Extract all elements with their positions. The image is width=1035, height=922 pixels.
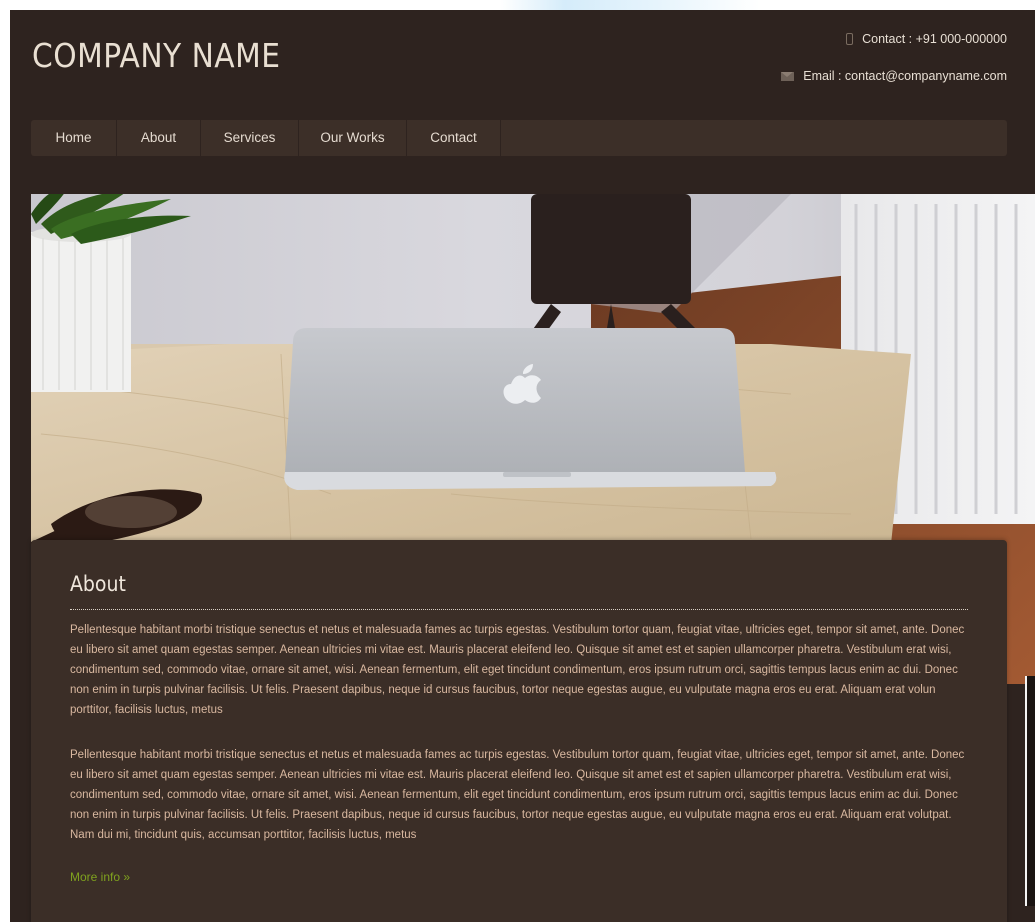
about-paragraph-1: Pellentesque habitant morbi tristique se…	[70, 624, 965, 716]
site-logo[interactable]: COMPANY NAME	[32, 36, 280, 75]
scrollbar-marker[interactable]	[1025, 676, 1035, 906]
nav-item-contact[interactable]: Contact	[407, 120, 501, 156]
page-container: COMPANY NAME Contact : +91 000-000000 Em…	[10, 10, 1035, 922]
about-paragraph-2: Pellentesque habitant morbi tristique se…	[70, 749, 965, 841]
about-divider	[70, 609, 968, 610]
nav-item-home[interactable]: Home	[31, 120, 117, 156]
nav-item-services[interactable]: Services	[201, 120, 299, 156]
main-navbar: Home About Services Our Works Contact	[31, 120, 1007, 156]
contact-info: Contact : +91 000-000000 Email : contact…	[781, 30, 1007, 85]
about-title: About	[70, 572, 126, 596]
top-decoration	[500, 0, 760, 10]
mail-icon	[781, 71, 795, 81]
contact-email-row: Email : contact@companyname.com	[781, 67, 1007, 85]
about-section: About Pellentesque habitant morbi tristi…	[31, 540, 1007, 922]
nav-item-about[interactable]: About	[117, 120, 201, 156]
phone-icon	[846, 33, 854, 45]
more-info-link[interactable]: More info »	[70, 870, 130, 884]
nav-item-our-works[interactable]: Our Works	[299, 120, 407, 156]
contact-phone-row: Contact : +91 000-000000	[781, 30, 1007, 48]
contact-email-text[interactable]: Email : contact@companyname.com	[803, 67, 1007, 85]
contact-phone-text: Contact : +91 000-000000	[862, 32, 1007, 46]
